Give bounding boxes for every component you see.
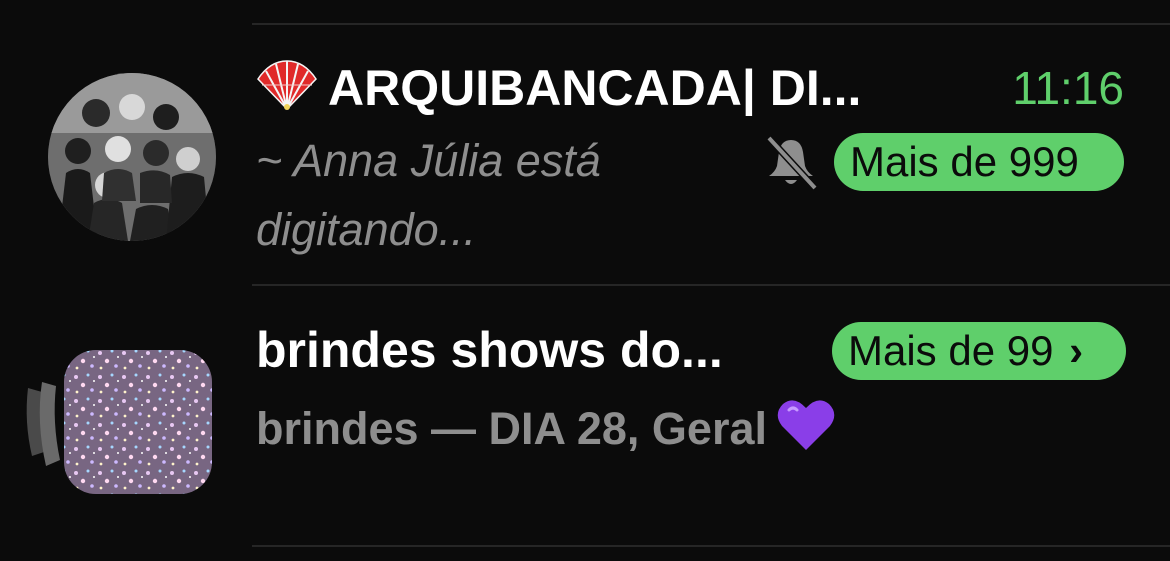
chat-title: ARQUIBANCADA| DI...: [256, 58, 861, 124]
chat-preview: brindes — DIA 28, Geral: [256, 398, 835, 462]
chat-time: 11:16: [1012, 62, 1124, 114]
chat-preview-line2: digitando...: [256, 204, 477, 255]
chat-row-arquibancada[interactable]: ARQUIBANCADA| DI... 11:16 ~ Anna Júlia e…: [0, 0, 1170, 284]
chat-title: brindes shows do...: [256, 322, 723, 378]
community-stack-avatar[interactable]: [24, 348, 220, 496]
unread-badge: Mais de 99 ›: [832, 322, 1126, 380]
chat-preview-line1: ~ Anna Júlia está: [256, 135, 601, 186]
bottom-divider: [252, 545, 1170, 547]
group-photo-image: [48, 73, 216, 241]
unread-badge: Mais de 999: [834, 133, 1124, 191]
unread-badge-text: Mais de 99: [848, 327, 1054, 374]
chat-preview-text: brindes — DIA 28, Geral: [256, 403, 767, 454]
chat-title-text: ARQUIBANCADA| DI...: [328, 60, 862, 116]
group-photo-avatar[interactable]: [48, 73, 216, 241]
red-fan-emoji: [256, 59, 318, 124]
purple-heart-emoji: [777, 398, 835, 462]
chevron-right-icon: ›: [1069, 327, 1084, 374]
chat-row-brindes[interactable]: brindes shows do... Mais de 99 › brindes…: [0, 286, 1170, 546]
muted-bell-icon: [766, 135, 818, 190]
